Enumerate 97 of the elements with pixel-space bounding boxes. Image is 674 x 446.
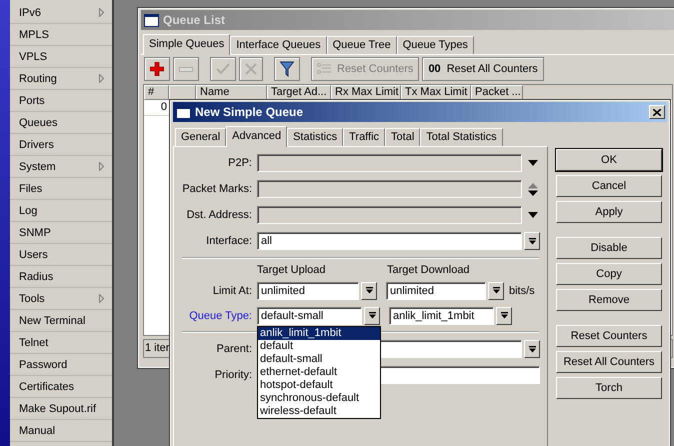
input-field[interactable]: anlik_limit_1mbit — [389, 306, 494, 324]
filter-icon — [280, 61, 294, 77]
input-field[interactable]: all — [257, 232, 522, 250]
field-label: P2P: — [227, 157, 253, 169]
dialog-button[interactable]: Reset Counters — [556, 325, 662, 347]
menu-item[interactable]: Tools — [10, 288, 112, 310]
dropdown-arrow-icon[interactable] — [528, 212, 538, 218]
field-label: Parent: — [216, 343, 253, 355]
dropdown-option[interactable]: ethernet-default — [258, 366, 380, 378]
dropdown-button[interactable] — [361, 282, 377, 300]
reset-all-button[interactable]: 00 Reset All Counters — [422, 57, 544, 81]
tab[interactable]: Statistics — [287, 128, 344, 146]
field-label: Interface: — [205, 235, 253, 247]
minus-icon — [179, 66, 193, 72]
dialog-button[interactable]: Copy — [556, 263, 662, 285]
menu-item[interactable]: Certificates — [10, 376, 112, 398]
menu-item[interactable]: Users — [10, 244, 112, 266]
tab[interactable]: Queue Types — [396, 36, 474, 54]
up-down-arrows-icon[interactable] — [528, 182, 538, 196]
field-label: Dst. Address: — [186, 209, 253, 221]
column-label: Target Upload — [257, 264, 326, 276]
dialog-button[interactable]: Apply — [556, 201, 662, 223]
dropdown-arrow-icon — [368, 312, 376, 319]
tab[interactable]: General — [175, 128, 226, 146]
menu-item[interactable]: SNMP — [10, 222, 112, 244]
menu-item[interactable]: Ports — [10, 90, 112, 112]
dialog-button[interactable]: Reset All Counters — [556, 351, 662, 373]
menu-item[interactable]: Queues — [10, 112, 112, 134]
close-icon — [653, 108, 661, 116]
field-label: Limit At: — [212, 284, 253, 296]
menu-item[interactable]: Routing — [10, 68, 112, 90]
window-title: New Simple Queue — [173, 102, 667, 122]
window-title: Queue List — [141, 10, 674, 30]
dropdown-arrow-icon — [366, 287, 372, 294]
filter-button[interactable] — [274, 57, 300, 81]
column-label: Target Download — [387, 264, 470, 276]
submenu-arrow-icon — [99, 294, 104, 303]
menu-item[interactable]: New Terminal — [10, 310, 112, 332]
dropdown-button[interactable] — [524, 340, 540, 358]
tab[interactable]: Total — [385, 128, 420, 146]
dialog-button[interactable]: Cancel — [556, 175, 662, 197]
unit-label: bits/s — [509, 284, 535, 296]
field-label: Packet Marks: — [181, 183, 253, 195]
dropdown-option[interactable]: default-small — [258, 352, 380, 366]
tab[interactable]: Interface Queues — [230, 36, 327, 54]
dialog-button[interactable]: Disable — [556, 237, 662, 259]
tab[interactable]: Queue Tree — [326, 36, 397, 54]
dropdown-button[interactable] — [488, 282, 504, 300]
dropdown-option[interactable]: wireless-default — [258, 404, 380, 418]
dropdown-option[interactable]: anlik_limit_1mbit — [258, 326, 380, 340]
plus-icon — [150, 62, 164, 76]
close-button[interactable] — [649, 105, 665, 119]
list-icon — [317, 63, 331, 75]
menu-item[interactable]: Drivers — [10, 134, 112, 156]
menu-item[interactable]: Telnet — [10, 332, 112, 354]
dropdown-arrow-icon — [528, 346, 536, 352]
column-header[interactable]: # — [144, 85, 169, 100]
dropdown-arrow-icon — [492, 287, 500, 294]
menu-item[interactable]: MPLS — [10, 24, 112, 46]
input-field[interactable]: unlimited — [257, 282, 359, 300]
check-icon — [216, 63, 230, 75]
add-button[interactable] — [144, 57, 170, 81]
dialog-button[interactable]: OK — [556, 149, 662, 171]
tab[interactable]: Total Statistics — [420, 128, 503, 146]
submenu-arrow-icon — [99, 8, 104, 17]
menu-item[interactable]: Make Supout.rif — [10, 398, 112, 420]
submenu-arrow-icon — [99, 74, 104, 83]
dropdown-option[interactable]: default — [258, 340, 380, 352]
dropdown-option[interactable]: hotspot-default — [258, 378, 380, 392]
menu-item[interactable]: VPLS — [10, 46, 112, 68]
input-field[interactable]: default-small — [257, 306, 362, 324]
field-label: Priority: — [214, 369, 253, 381]
tab[interactable]: Advanced — [226, 126, 288, 147]
input-field[interactable]: unlimited — [386, 282, 486, 300]
window-icon — [176, 106, 191, 118]
dialog-button[interactable]: Remove — [556, 289, 662, 311]
menu-item[interactable]: System — [10, 156, 112, 178]
menu-item[interactable]: Radius — [10, 266, 112, 288]
cross-icon — [245, 63, 257, 75]
menu-item[interactable]: Manual — [10, 420, 112, 442]
dropdown-button[interactable] — [524, 232, 540, 250]
menu-item[interactable]: Files — [10, 178, 112, 200]
dropdown-button[interactable] — [364, 306, 380, 324]
window-icon — [144, 14, 159, 26]
tab[interactable]: Simple Queues — [143, 34, 230, 55]
menu-item[interactable]: Log — [10, 200, 112, 222]
dropdown-arrow-icon — [500, 312, 508, 319]
menu-item[interactable]: Password — [10, 354, 112, 376]
tab[interactable]: Traffic — [343, 128, 386, 146]
field-label[interactable]: Queue Type: — [174, 310, 257, 322]
submenu-arrow-icon — [99, 162, 104, 171]
dropdown-option[interactable]: synchronous-default — [258, 392, 380, 404]
dropdown-arrow-icon — [528, 238, 536, 244]
dropdown-arrow-icon[interactable] — [528, 160, 538, 166]
dropdown-button[interactable] — [496, 306, 512, 324]
menu-item[interactable]: IPv6 — [10, 2, 112, 24]
dialog-button[interactable]: Torch — [556, 377, 662, 399]
